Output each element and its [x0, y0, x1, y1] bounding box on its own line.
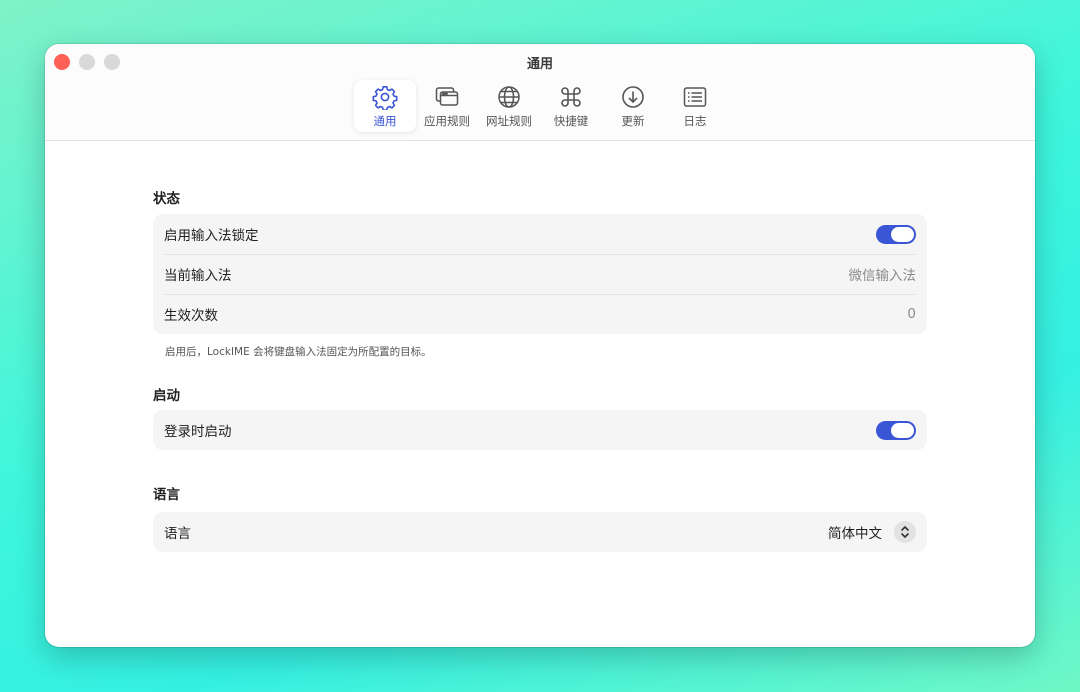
- toggle-knob: [891, 226, 914, 242]
- tab-updates-label: 更新: [621, 114, 645, 128]
- section-title-status: 状态: [153, 191, 180, 207]
- download-circle-icon: [622, 86, 644, 108]
- language-select[interactable]: 简体中文: [828, 521, 916, 543]
- count-label: 生效次数: [164, 308, 218, 324]
- tab-logs-label: 日志: [683, 114, 707, 128]
- startup-group: 登录时启动: [153, 410, 927, 450]
- tab-general[interactable]: 通用: [354, 80, 416, 132]
- language-select-value: 简体中文: [828, 526, 882, 542]
- count-value: 0: [907, 306, 916, 322]
- globe-icon: [498, 86, 520, 108]
- tab-url-rules-label: 网址规则: [486, 114, 532, 128]
- launch-at-login-label: 登录时启动: [164, 424, 232, 440]
- tab-shortcuts[interactable]: 快捷键: [540, 80, 602, 132]
- window-title: 通用: [526, 57, 553, 72]
- tab-logs[interactable]: 日志: [664, 80, 726, 132]
- status-note: 启用后，LockIME 会将键盘输入法固定为所配置的目标。: [165, 346, 432, 358]
- preferences-window: 通用 通用 应用规则 网址规则 快捷键 更新 日志 状态 启用输入法锁定 当前输…: [45, 44, 1035, 647]
- language-label: 语言: [164, 526, 191, 542]
- log-list-icon: [683, 87, 707, 107]
- enable-lock-label: 启用输入法锁定: [164, 228, 259, 244]
- general-settings-content: 状态 启用输入法锁定 当前输入法 微信输入法 生效次数 0 启用后，LockIM…: [153, 141, 927, 552]
- language-group: 语言 简体中文: [153, 512, 927, 552]
- launch-at-login-row: 登录时启动: [153, 410, 927, 450]
- status-group: 启用输入法锁定 当前输入法 微信输入法 生效次数 0: [153, 214, 927, 334]
- preferences-toolbar: 通用 应用规则 网址规则 快捷键 更新 日志: [354, 80, 726, 132]
- section-title-startup: 启动: [153, 388, 180, 404]
- current-ime-value: 微信输入法: [848, 268, 917, 284]
- tab-updates[interactable]: 更新: [602, 80, 664, 132]
- app-windows-icon: [435, 87, 459, 106]
- current-ime-label: 当前输入法: [164, 268, 232, 284]
- language-row: 语言 简体中文: [153, 512, 927, 552]
- tab-url-rules[interactable]: 网址规则: [478, 80, 540, 132]
- current-ime-row: 当前输入法 微信输入法: [153, 254, 927, 294]
- enable-lock-row: 启用输入法锁定: [153, 214, 927, 254]
- launch-at-login-toggle[interactable]: [876, 420, 916, 440]
- tab-app-rules-label: 应用规则: [424, 114, 470, 128]
- title-bar: 通用 通用 应用规则 网址规则 快捷键 更新 日志: [45, 44, 1035, 141]
- section-title-language: 语言: [153, 487, 180, 503]
- tab-shortcuts-label: 快捷键: [553, 114, 589, 128]
- tab-general-label: 通用: [373, 114, 397, 128]
- command-key-icon: [561, 87, 581, 107]
- toggle-knob: [891, 422, 914, 438]
- chevron-up-down-icon: [894, 521, 916, 543]
- count-row: 生效次数 0: [153, 294, 927, 334]
- enable-lock-toggle[interactable]: [876, 224, 916, 244]
- tab-app-rules[interactable]: 应用规则: [416, 80, 478, 132]
- gear-icon: [372, 86, 398, 110]
